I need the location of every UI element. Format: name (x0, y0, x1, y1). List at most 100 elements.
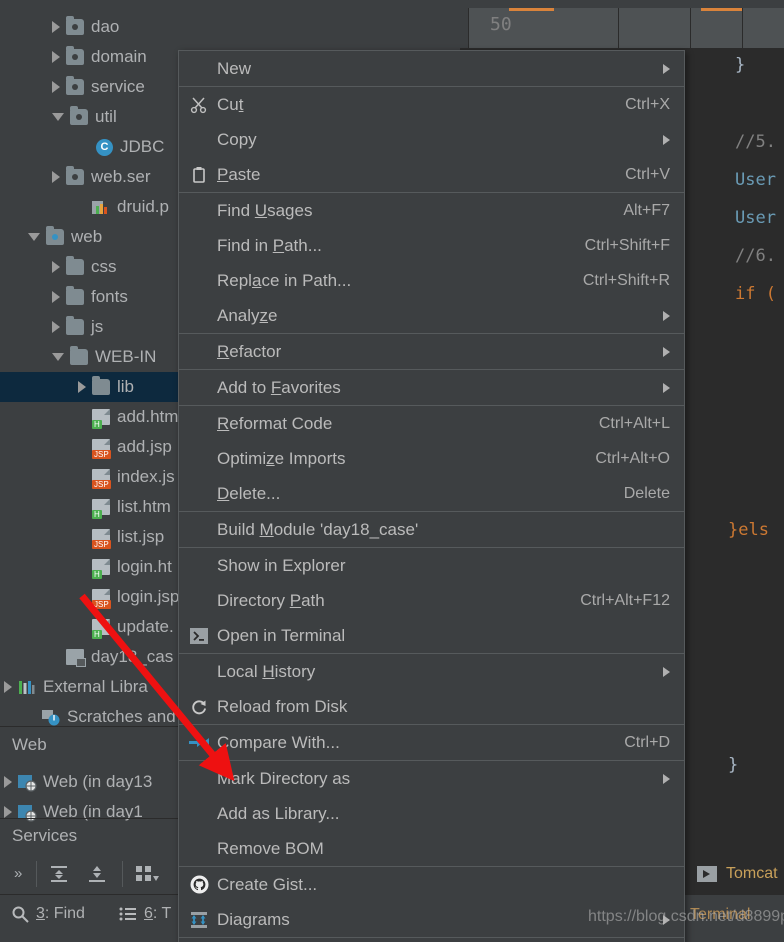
jsp-file-icon: JSP (92, 529, 111, 549)
jsp-file-icon: JSP (92, 469, 111, 489)
editor-tab-4[interactable] (742, 8, 784, 48)
watermark-text: https://blog.csdn.net/d8899p (588, 908, 784, 925)
chevron-down-icon[interactable] (28, 233, 40, 241)
submenu-chevron-icon[interactable] (663, 134, 670, 145)
chevron-right-icon[interactable] (52, 321, 60, 333)
menu-item-shortcut: Ctrl+Alt+F12 (580, 591, 670, 609)
services-toolbar[interactable]: » (0, 855, 178, 893)
status-item-find[interactable]: 3 : Find (10, 904, 85, 924)
chevron-right-icon[interactable] (52, 261, 60, 273)
folder-icon (66, 286, 84, 305)
menu-item-add-to-favorites[interactable]: Add to Favorites (179, 370, 684, 405)
tree-item-label: list.jsp (117, 527, 165, 546)
menu-item-new[interactable]: New (179, 51, 684, 86)
status-item-tomcat[interactable]: Tomcat (697, 865, 778, 883)
tab-active-indicator-2 (701, 8, 743, 11)
submenu-chevron-icon[interactable] (663, 310, 670, 321)
tree-item-label: list.htm (117, 497, 171, 516)
jsp-file-icon: JSP (92, 439, 111, 459)
status-item-todo[interactable]: 6 : T (118, 904, 171, 924)
menu-item-shortcut: Ctrl+X (625, 95, 670, 113)
layout-icon[interactable] (134, 863, 160, 885)
menu-item-shortcut: Ctrl+Shift+F (584, 236, 670, 254)
menu-item-delete[interactable]: Delete... Delete (179, 476, 684, 511)
code-keyword: }els (728, 520, 769, 540)
menu-item-reload-from-disk[interactable]: Reload from Disk (179, 689, 684, 724)
code-line: } (728, 755, 739, 775)
chevron-right-icon[interactable] (52, 81, 60, 93)
chevron-right-icon[interactable] (52, 291, 60, 303)
compare-icon (189, 733, 209, 753)
menu-item-mark-directory-as[interactable]: Mark Directory as (179, 761, 684, 796)
tree-item-label: JDBC (120, 137, 165, 156)
submenu-chevron-icon[interactable] (663, 382, 670, 393)
tree-item-label: update. (117, 617, 174, 636)
menu-item-copy[interactable]: Copy (179, 122, 684, 157)
html-file-icon: H (92, 499, 110, 519)
chevron-down-icon[interactable] (52, 113, 64, 121)
menu-item-refactor[interactable]: Refactor (179, 334, 684, 369)
menu-item-open-in-terminal[interactable]: Open in Terminal (179, 618, 684, 653)
refresh-icon (189, 697, 209, 717)
code-type: User (735, 208, 776, 228)
chevron-right-icon[interactable] (4, 806, 12, 818)
menu-item-replace-in-path[interactable]: Replace in Path... Ctrl+Shift+R (179, 263, 684, 298)
menu-item-find-in-path[interactable]: Find in Path... Ctrl+Shift+F (179, 228, 684, 263)
submenu-chevron-icon[interactable] (663, 666, 670, 677)
folder-icon (66, 256, 84, 275)
chevron-right-icon[interactable] (52, 171, 60, 183)
editor-tab-3[interactable] (690, 8, 743, 48)
menu-item-paste[interactable]: Paste Ctrl+V (179, 157, 684, 192)
folder-package-icon (70, 106, 88, 125)
expand-more-icon[interactable]: » (14, 865, 22, 882)
context-menu[interactable]: New Cut Ctrl+X Copy Paste Ctrl+V Find Usages Al… (178, 50, 685, 942)
tree-item-label: druid.p (117, 197, 169, 216)
menu-item-local-history[interactable]: Local History (179, 654, 684, 689)
editor-tab-2[interactable] (618, 8, 690, 48)
menu-item-directory-path[interactable]: Directory Path Ctrl+Alt+F12 (179, 583, 684, 618)
java-class-icon: C (96, 138, 113, 156)
menu-item-convert-java-file-to-kotlin-file[interactable]: Convert Java File to Kotlin FileCtrl+Alt… (179, 938, 684, 942)
submenu-chevron-icon[interactable] (663, 346, 670, 357)
menu-item-shortcut: Ctrl+Shift+R (582, 271, 670, 289)
code-comment: //6. (735, 246, 776, 266)
menu-item-remove-bom[interactable]: Remove BOM (179, 831, 684, 866)
menu-item-label: Delete... (217, 483, 281, 503)
menu-item-label: Reload from Disk (217, 696, 348, 716)
tree-item-dao[interactable]: dao (0, 12, 460, 42)
folder-package-icon (66, 46, 84, 65)
tree-item-label: add.jsp (117, 437, 172, 456)
menu-item-find-usages[interactable]: Find Usages Alt+F7 (179, 193, 684, 228)
chevron-right-icon[interactable] (52, 21, 60, 33)
menu-item-label: Build Module 'day18_case' (217, 519, 419, 539)
tree-item-label: login.jsp (117, 587, 180, 606)
tree-item-label: Scratches and (67, 707, 176, 726)
menu-item-reformat-code[interactable]: Reformat Code Ctrl+Alt+L (179, 406, 684, 441)
menu-item-shortcut: Alt+F7 (623, 201, 670, 219)
chevron-right-icon[interactable] (4, 681, 12, 693)
submenu-chevron-icon[interactable] (663, 63, 670, 74)
menu-item-add-as-library[interactable]: Add as Library... (179, 796, 684, 831)
menu-item-cut[interactable]: Cut Ctrl+X (179, 87, 684, 122)
menu-item-build-module-day18-case[interactable]: Build Module 'day18_case' (179, 512, 684, 547)
submenu-chevron-icon[interactable] (663, 773, 670, 784)
menu-item-analyze[interactable]: Analyze (179, 298, 684, 333)
menu-item-show-in-explorer[interactable]: Show in Explorer (179, 548, 684, 583)
menu-item-shortcut: Ctrl+Alt+O (595, 449, 670, 467)
collapse-all-icon[interactable] (86, 863, 108, 885)
chevron-right-icon[interactable] (4, 776, 12, 788)
menu-item-optimize-imports[interactable]: Optimize Imports Ctrl+Alt+O (179, 441, 684, 476)
tree-item-label: External Libra (43, 677, 148, 696)
expand-all-icon[interactable] (48, 863, 70, 885)
chevron-down-icon[interactable] (52, 353, 64, 361)
html-badge: H (92, 510, 102, 519)
folder-package-icon (66, 16, 84, 35)
menu-item-compare-with[interactable]: Compare With... Ctrl+D (179, 725, 684, 760)
tree-item-label: login.ht (117, 557, 172, 576)
code-type: User (735, 170, 776, 190)
menu-item-create-gist[interactable]: Create Gist... (179, 867, 684, 902)
chevron-right-icon[interactable] (52, 51, 60, 63)
tree-item-label: lib (117, 377, 135, 396)
chevron-right-icon[interactable] (78, 381, 86, 393)
html-file-icon: H (92, 409, 110, 429)
